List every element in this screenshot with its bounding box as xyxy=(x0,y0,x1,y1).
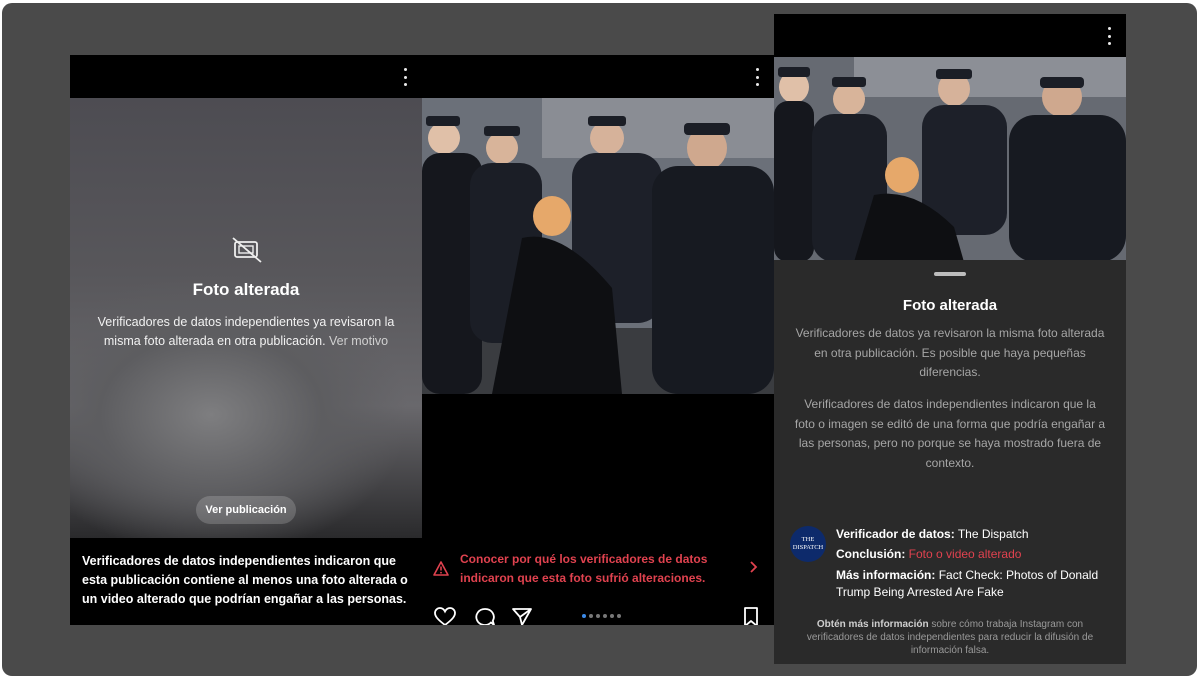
more-vertical-icon[interactable] xyxy=(754,68,760,86)
fact-checker-value: The Dispatch xyxy=(957,527,1029,541)
post-action-bar xyxy=(422,603,774,625)
photo-illustration xyxy=(774,57,1126,262)
panel-post-with-warning: Conocer por qué los verificadores de dat… xyxy=(422,55,774,625)
warning-triangle-icon xyxy=(433,561,449,576)
fact-check-bottom-sheet: Foto alterada Verificadores de datos ya … xyxy=(774,260,1126,664)
more-vertical-icon[interactable] xyxy=(402,68,408,86)
sheet-paragraph-2: Verificadores de datos independientes in… xyxy=(794,397,1106,470)
conclusion-label: Conclusión: xyxy=(836,547,906,561)
carousel-indicator xyxy=(582,614,621,618)
altered-photo-description: Verificadores de datos independientes ya… xyxy=(88,313,404,351)
chevron-right-icon xyxy=(750,561,758,573)
view-post-button[interactable]: Ver publicación xyxy=(196,496,296,524)
photo-hidden-icon xyxy=(232,237,262,263)
post-photo[interactable] xyxy=(774,57,1126,262)
fact-check-notice: Verificadores de datos independientes in… xyxy=(70,538,422,625)
post-header xyxy=(70,55,422,98)
fact-check-notice-text: Verificadores de datos independientes in… xyxy=(82,554,408,606)
bookmark-icon[interactable] xyxy=(740,607,762,625)
more-info-row: Más información: Fact Check: Photos of D… xyxy=(836,567,1106,601)
photo-illustration xyxy=(422,98,774,394)
more-vertical-icon[interactable] xyxy=(1106,27,1112,45)
logo-text-line-2: DISPATCH xyxy=(792,544,824,551)
fact-checker-row: Verificador de datos: The Dispatch xyxy=(836,526,1106,543)
fact-check-warning-text: Conocer por qué los verificadores de dat… xyxy=(460,552,708,585)
conclusion-row: Conclusión: Foto o video alterado xyxy=(836,546,1106,563)
post-header xyxy=(774,14,1126,57)
panel-altered-photo-cover: Foto alterada Verificadores de datos ind… xyxy=(70,55,422,625)
see-reason-link[interactable]: Ver motivo xyxy=(329,334,388,348)
sheet-drag-handle[interactable] xyxy=(934,272,966,276)
conclusion-value: Foto o video alterado xyxy=(908,547,1022,561)
sheet-title: Foto alterada xyxy=(902,297,998,314)
fact-check-warning-bar[interactable]: Conocer por qué los verificadores de dat… xyxy=(422,538,774,598)
sheet-footer: Obtén más información sobre cómo trabaja… xyxy=(788,618,1112,657)
heart-icon[interactable] xyxy=(434,607,456,625)
altered-photo-title: Foto alterada xyxy=(192,280,300,299)
comment-icon[interactable] xyxy=(474,607,496,625)
fact-checker-label: Verificador de datos: xyxy=(836,527,955,541)
logo-text-line-1: THE xyxy=(801,536,815,543)
panel-fact-check-sheet: Foto alterada Verificadores de datos ya … xyxy=(774,14,1126,664)
send-icon[interactable] xyxy=(511,607,533,625)
post-photo[interactable] xyxy=(422,98,774,394)
more-info-label: Más información: xyxy=(836,568,936,582)
the-dispatch-logo: THE DISPATCH xyxy=(790,526,826,562)
learn-more-link[interactable]: Obtén más información xyxy=(817,619,929,630)
post-header xyxy=(422,55,774,98)
sheet-paragraph-1: Verificadores de datos ya revisaron la m… xyxy=(795,326,1105,379)
